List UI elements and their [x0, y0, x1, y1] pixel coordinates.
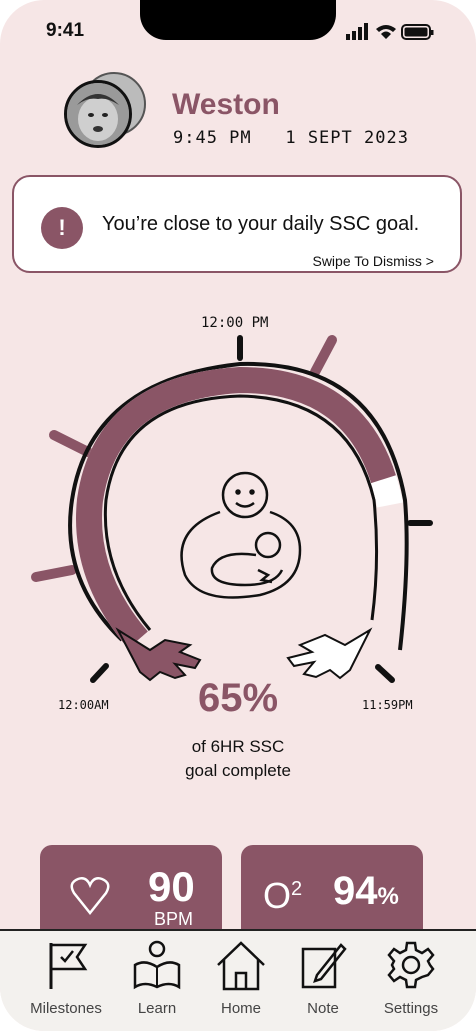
- heart-rate-unit: BPM: [154, 909, 194, 929]
- signal-icon: [346, 34, 350, 40]
- home-icon: [217, 941, 265, 991]
- phone-screen: 9:41 Weston 9:45 PM 1 SEPT 2023 ! You’re…: [0, 0, 476, 1031]
- goal-caption-line1: of 6HR SSC: [191, 737, 285, 756]
- left-hand: [115, 627, 202, 682]
- notch: [140, 0, 336, 40]
- oxygen-unit: %: [377, 883, 399, 910]
- status-time: 9:41: [46, 20, 85, 41]
- reader-icon: [133, 940, 181, 990]
- tab-home-label: Home: [220, 1000, 261, 1017]
- oxygen-sup: 2: [291, 878, 303, 900]
- skin-to-skin-illustration: [180, 471, 302, 599]
- tab-bar: Milestones Learn Home Note Settings: [0, 929, 476, 1031]
- avatar[interactable]: [64, 80, 132, 148]
- oxygen-icon: O2: [263, 875, 302, 917]
- tab-note-label: Note: [307, 1000, 339, 1017]
- note-icon: [301, 943, 347, 989]
- alert-message: You’re close to your daily SSC goal.: [102, 213, 420, 235]
- alert-exclamation-icon: !: [41, 207, 83, 249]
- oxygen-label: O: [263, 875, 292, 916]
- tab-settings-label: Settings: [383, 1000, 439, 1017]
- baby-photo: [67, 83, 129, 145]
- ssc-gauge: [31, 335, 433, 683]
- goal-percent: 65%: [197, 676, 279, 720]
- status-icons: [346, 23, 434, 40]
- goal-caption: of 6HR SSC goal complete: [0, 735, 476, 783]
- flag-icon: [49, 943, 88, 989]
- heart-icon: [70, 877, 110, 916]
- right-hand: [286, 627, 373, 680]
- gauge-label-noon: 12:00 PM: [201, 315, 269, 331]
- oxygen-value: 94: [333, 869, 378, 913]
- goal-caption-line2: goal complete: [185, 761, 291, 780]
- goal-alert-card[interactable]: ! You’re close to your daily SSC goal. S…: [12, 175, 462, 273]
- profile-datetime: 9:45 PM 1 SEPT 2023: [173, 128, 409, 148]
- tab-home[interactable]: Home: [196, 939, 286, 1017]
- swipe-dismiss-hint[interactable]: Swipe To Dismiss >: [312, 253, 434, 269]
- gear-icon: [387, 941, 435, 989]
- heart-rate-value: 90: [148, 863, 195, 910]
- tab-settings[interactable]: Settings: [366, 939, 456, 1017]
- oxygen-value-wrap: 94%: [333, 869, 399, 914]
- tab-milestones-label: Milestones: [30, 1000, 102, 1017]
- tab-learn[interactable]: Learn: [112, 939, 202, 1017]
- tab-learn-label: Learn: [137, 1000, 177, 1017]
- tab-note[interactable]: Note: [278, 939, 368, 1017]
- profile-name: Weston: [172, 88, 280, 121]
- wifi-icon: [376, 25, 396, 39]
- tab-milestones[interactable]: Milestones: [21, 939, 111, 1017]
